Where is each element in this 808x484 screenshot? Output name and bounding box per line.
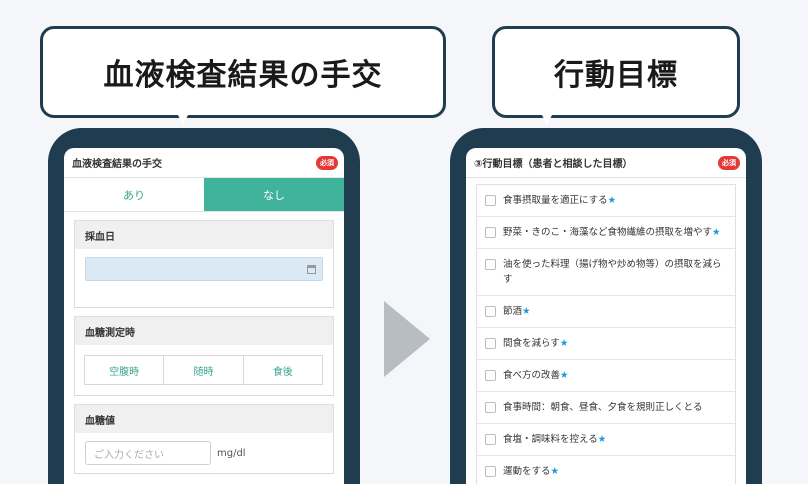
action-goal-list: 食事摂取量を適正にする★ 野菜・きのこ・海藻など食物繊維の摂取を増やす★ 油を使…: [476, 184, 736, 484]
star-icon: ★: [607, 195, 617, 206]
item-label: 油を使った料理（揚げ物や炒め物等）の摂取を減らす: [503, 259, 722, 285]
item-label: 食塩・調味料を控える: [503, 434, 598, 445]
illustration-frame: 血液検査結果の手交 行動目標 血液検査結果の手交 必須 あり なし 採血日 血糖…: [0, 0, 808, 484]
blood-draw-date-section: 採血日: [74, 220, 334, 308]
list-item[interactable]: 油を使った料理（揚げ物や炒め物等）の摂取を減らす: [477, 249, 735, 296]
measurement-timing-section: 血糖測定時 空腹時 随時 食後: [74, 316, 334, 396]
left-phone-frame: 血液検査結果の手交 必須 あり なし 採血日 血糖測定時 空腹時 随時 食後 血…: [48, 128, 360, 484]
left-callout-text: 血液検査結果の手交: [103, 58, 383, 93]
required-badge: 必須: [316, 155, 338, 170]
timing-option-fasting[interactable]: 空腹時: [84, 355, 165, 385]
result-toggle: あり なし: [64, 178, 344, 212]
item-label: 食べ方の改善: [503, 370, 561, 381]
list-item[interactable]: 食事時間：朝食、昼食、夕食を規則正しくとる: [477, 392, 735, 424]
item-label: 運動をする: [503, 466, 551, 477]
star-icon: ★: [522, 306, 531, 317]
blood-glucose-unit: mg/dl: [217, 447, 246, 459]
star-icon: ★: [559, 338, 569, 349]
timing-option-random[interactable]: 随時: [163, 355, 244, 385]
toggle-no-button[interactable]: なし: [204, 178, 344, 211]
list-item[interactable]: 食べ方の改善★: [477, 360, 735, 392]
list-item[interactable]: 間食を減らす★: [477, 328, 735, 360]
required-badge: 必須: [718, 155, 740, 170]
star-icon: ★: [712, 227, 721, 238]
item-label: 野菜・きのこ・海藻など食物繊維の摂取を増やす: [503, 227, 713, 238]
list-item[interactable]: 節酒★: [477, 296, 735, 328]
blood-glucose-section: 血糖値 ご入力ください mg/dl: [74, 404, 334, 474]
right-phone-frame: ③行動目標（患者と相談した目標） 必須 食事摂取量を適正にする★ 野菜・きのこ・…: [450, 128, 762, 484]
star-icon: ★: [597, 434, 607, 445]
timing-option-postprandial[interactable]: 食後: [242, 355, 323, 385]
item-label: 間食を減らす: [503, 338, 560, 349]
list-item[interactable]: 運動をする★: [477, 456, 735, 484]
right-callout-text: 行動目標: [554, 58, 678, 93]
checkbox[interactable]: [485, 466, 496, 477]
list-item[interactable]: 食塩・調味料を控える★: [477, 424, 735, 456]
list-item[interactable]: 食事摂取量を適正にする★: [477, 185, 735, 217]
timing-segmented-control: 空腹時 随時 食後: [75, 345, 333, 395]
item-label: 食事時間：朝食、昼食、夕食を規則正しくとる: [503, 402, 703, 413]
checkbox[interactable]: [485, 195, 496, 206]
checkbox[interactable]: [485, 370, 496, 381]
blood-draw-date-input[interactable]: [85, 257, 323, 281]
left-phone-screen: 血液検査結果の手交 必須 あり なし 採血日 血糖測定時 空腹時 随時 食後 血…: [64, 148, 344, 484]
right-phone-screen: ③行動目標（患者と相談した目標） 必須 食事摂取量を適正にする★ 野菜・きのこ・…: [466, 148, 746, 484]
blood-glucose-title: 血糖値: [75, 405, 333, 433]
star-icon: ★: [560, 370, 569, 381]
blood-glucose-input[interactable]: ご入力ください: [85, 441, 211, 465]
left-screen-header: 血液検査結果の手交 必須: [64, 148, 344, 178]
checkbox[interactable]: [485, 338, 496, 349]
checkbox[interactable]: [485, 306, 496, 317]
star-icon: ★: [550, 466, 560, 477]
toggle-yes-button[interactable]: あり: [64, 178, 204, 211]
item-label: 食事摂取量を適正にする: [503, 195, 608, 206]
checkbox[interactable]: [485, 259, 496, 270]
blood-draw-date-title: 採血日: [75, 221, 333, 249]
checkbox[interactable]: [485, 434, 496, 445]
right-screen-title: ③行動目標（患者と相談した目標）: [474, 159, 633, 170]
next-arrow-icon: [384, 301, 430, 377]
list-item[interactable]: 野菜・きのこ・海藻など食物繊維の摂取を増やす★: [477, 217, 735, 249]
measurement-timing-title: 血糖測定時: [75, 317, 333, 345]
checkbox[interactable]: [485, 227, 496, 238]
right-screen-header: ③行動目標（患者と相談した目標） 必須: [466, 148, 746, 178]
calendar-icon[interactable]: [307, 265, 316, 274]
left-callout-bubble: 血液検査結果の手交: [40, 26, 446, 149]
checkbox[interactable]: [485, 402, 496, 413]
item-label: 節酒: [503, 306, 523, 317]
right-callout-bubble: 行動目標: [492, 26, 740, 149]
left-screen-title: 血液検査結果の手交: [72, 159, 162, 170]
